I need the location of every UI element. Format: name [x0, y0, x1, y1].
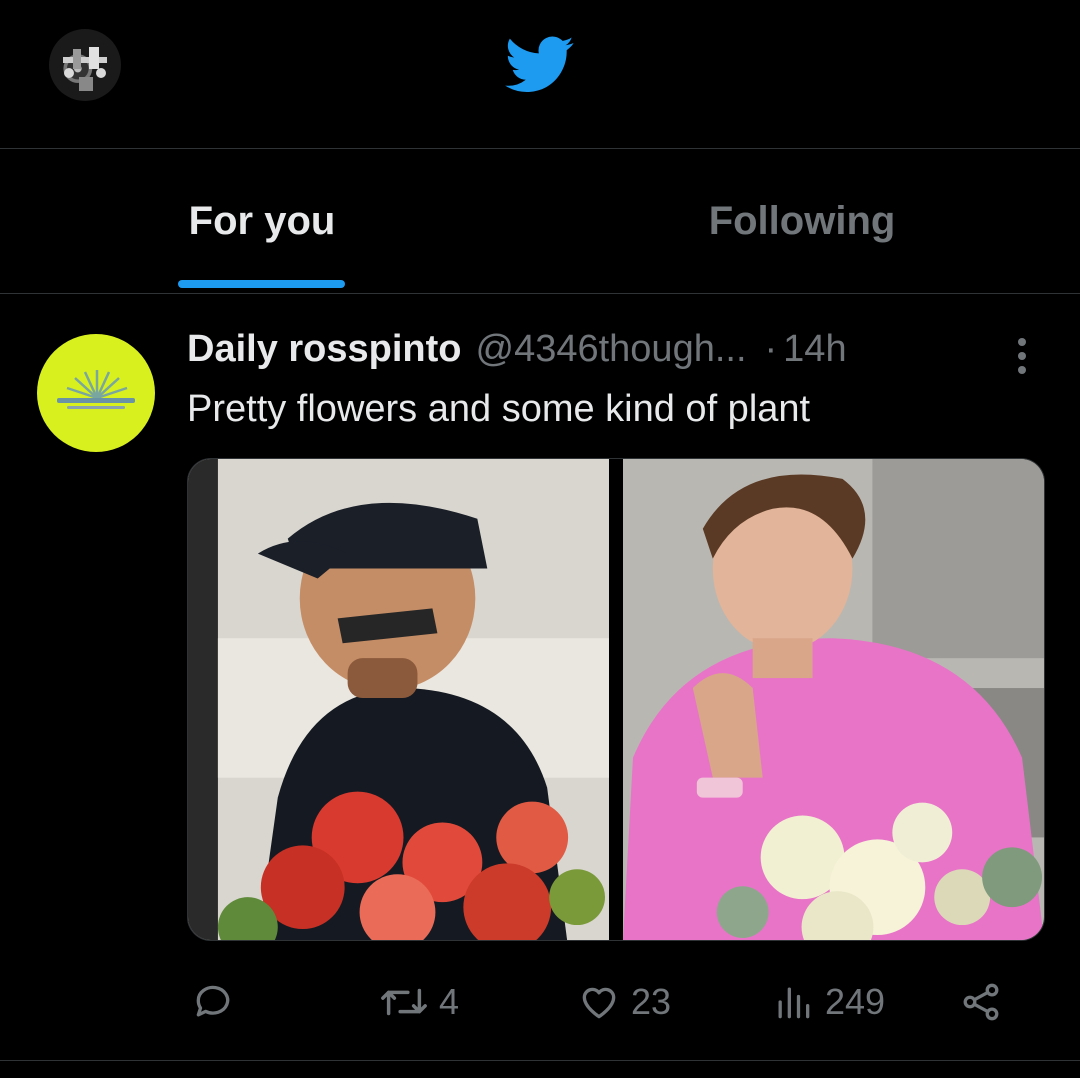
tab-following[interactable]: Following: [620, 150, 984, 293]
share-button[interactable]: [959, 972, 1003, 1032]
tab-for-you[interactable]: For you: [150, 150, 374, 293]
like-count: 23: [631, 981, 672, 1022]
retweet-button[interactable]: 4: [379, 972, 459, 1032]
tweet-header: Daily rosspinto @4346though... · 14h: [187, 328, 847, 380]
tweet-actions: 4 23 249: [187, 972, 1045, 1032]
views-button[interactable]: 249: [771, 972, 885, 1032]
tweet-time[interactable]: 14h: [783, 328, 846, 371]
retweet-icon: [381, 988, 427, 1016]
top-divider: [0, 148, 1080, 149]
reply-icon: [196, 985, 230, 1017]
active-tab-indicator: [178, 280, 345, 288]
header-separator: ·: [764, 328, 778, 370]
tweet-media: [187, 458, 1045, 941]
tweet-photo-1[interactable]: [188, 459, 609, 940]
view-count: 249: [825, 981, 886, 1022]
like-button[interactable]: 23: [577, 972, 671, 1032]
share-icon: [963, 983, 999, 1021]
heart-icon: [582, 987, 616, 1019]
tabs-divider: [0, 293, 1080, 294]
tweet-divider: [0, 1060, 1080, 1061]
user-avatar[interactable]: [49, 29, 121, 101]
tweet-photo-2[interactable]: [623, 459, 1044, 940]
twitter-bird-icon[interactable]: [505, 36, 575, 94]
more-vertical-icon[interactable]: [1000, 334, 1044, 378]
top-bar: [0, 0, 1080, 148]
timeline-tabs: For you Following: [0, 150, 1080, 293]
tweet-text: Pretty flowers and some kind of plant: [187, 388, 811, 430]
author-name[interactable]: Daily rosspinto: [187, 328, 462, 371]
views-icon: [778, 987, 810, 1019]
author-handle[interactable]: @4346though...: [476, 328, 747, 371]
reply-button[interactable]: [191, 972, 245, 1032]
tweet[interactable]: Daily rosspinto @4346though... · 14h Pre…: [0, 296, 1080, 1060]
author-avatar[interactable]: [37, 334, 155, 452]
retweet-count: 4: [439, 981, 460, 1022]
